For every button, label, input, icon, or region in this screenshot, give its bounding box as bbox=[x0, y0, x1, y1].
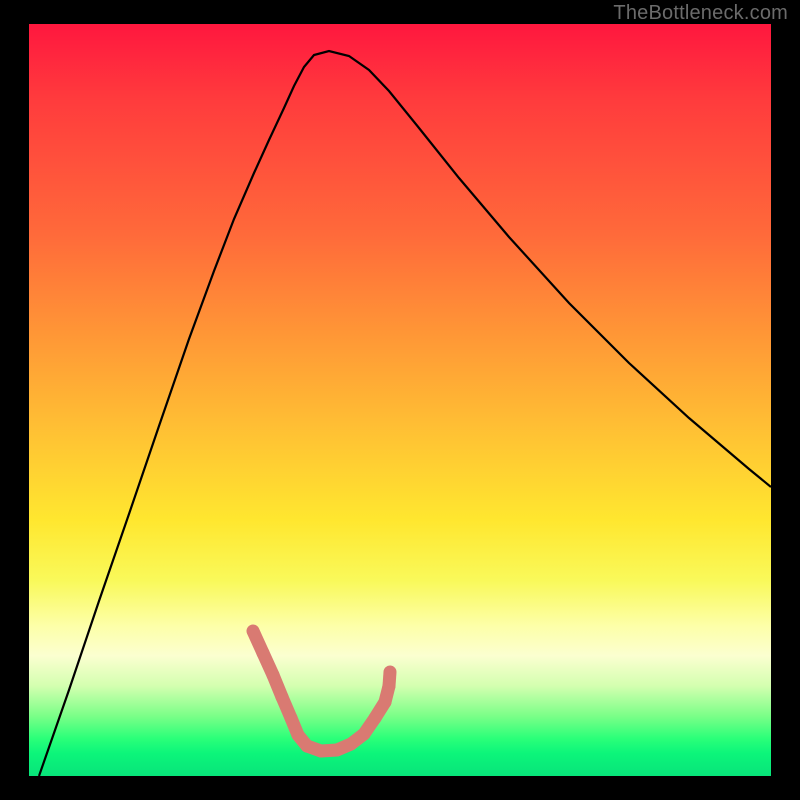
chart-gradient-background bbox=[29, 24, 771, 776]
chart-frame: TheBottleneck.com bbox=[0, 0, 800, 800]
watermark-text: TheBottleneck.com bbox=[613, 2, 788, 25]
